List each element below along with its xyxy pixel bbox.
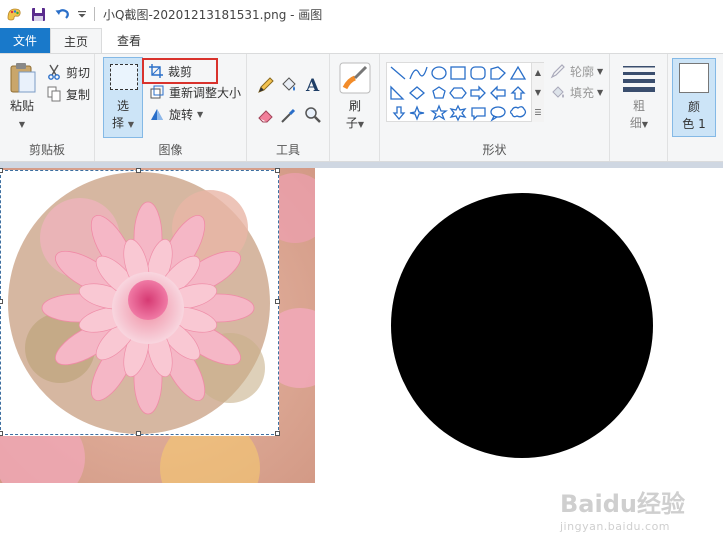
brushes-label-line2: 子 [345, 116, 358, 130]
copy-button[interactable]: 复制 [46, 84, 90, 104]
crop-button[interactable]: 裁剪 [142, 58, 218, 84]
title-separator [94, 7, 95, 21]
brush-icon [339, 62, 371, 94]
eraser-icon[interactable] [257, 106, 275, 124]
size-dropdown-icon: ▼ [641, 120, 649, 129]
undo-icon[interactable] [52, 4, 72, 24]
cut-label: 剪切 [66, 65, 91, 80]
shapes-group-label: 形状 [482, 143, 507, 157]
size-label-line2: 细 [629, 116, 642, 130]
scissors-icon [46, 64, 62, 80]
rotate-label: 旋转 [169, 107, 194, 122]
selection-handle-bottom-right[interactable] [275, 431, 280, 436]
crop-icon [148, 63, 164, 79]
selection-handle-left[interactable] [0, 299, 3, 304]
shapes-scroll-down-icon[interactable]: ▼ [531, 82, 544, 102]
copy-icon [46, 86, 62, 102]
selection-handle-right[interactable] [275, 299, 280, 304]
cut-button[interactable]: 剪切 [46, 62, 90, 82]
outline-brush-icon [550, 63, 566, 79]
baidu-watermark: Baidu经验 jingyan.baidu.com [560, 484, 720, 544]
paint-app-icon[interactable] [4, 4, 24, 24]
size-group: 粗 细▼ [610, 54, 668, 161]
fill-dropdown-icon: ▼ [597, 87, 604, 97]
pencil-icon[interactable] [257, 76, 275, 94]
shapes-gallery: ▲ ▼ ☰ [386, 62, 544, 122]
selection-handle-bottom[interactable] [136, 431, 141, 436]
resize-label: 重新调整大小 [169, 85, 242, 100]
color1-label-line2: 色 1 [682, 117, 706, 131]
color-picker-icon[interactable] [280, 106, 298, 124]
fill-bucket-icon[interactable] [280, 76, 298, 94]
selection-rectangle[interactable] [0, 168, 280, 436]
rotate-icon [149, 106, 165, 122]
select-label-line2: 择 [112, 116, 125, 130]
watermark-logo-text: Baidu经验 [560, 490, 685, 518]
fill-icon [550, 84, 566, 100]
customize-quick-access-icon[interactable] [76, 4, 88, 24]
select-dropdown-icon: ▼ [127, 120, 134, 129]
ribbon: 粘贴 ▼ 剪切 复制 剪贴板 选 择 ▼ 裁剪 重新调整大小 旋转 ▼ 图像 A… [0, 53, 723, 162]
paste-icon [10, 63, 36, 93]
magnifier-icon[interactable] [304, 106, 322, 124]
brushes-group: 刷 子▼ [330, 54, 380, 161]
outline-label: 轮廓 [570, 64, 595, 79]
resize-icon [149, 84, 165, 100]
rotate-button[interactable]: 旋转 ▼ [149, 104, 203, 124]
brushes-button[interactable]: 刷 子▼ [335, 60, 375, 136]
save-icon[interactable] [28, 4, 48, 24]
tab-view[interactable]: 查看 [104, 28, 154, 53]
paste-button[interactable]: 粘贴 ▼ [4, 60, 40, 136]
selection-handle-bottom-left[interactable] [0, 431, 3, 436]
color1-swatch [679, 63, 709, 93]
image-group: 选 择 ▼ 裁剪 重新调整大小 旋转 ▼ 图像 [95, 54, 247, 161]
tab-home[interactable]: 主页 [50, 28, 102, 53]
select-label-line1: 选 [116, 99, 129, 113]
resize-button[interactable]: 重新调整大小 [149, 82, 241, 102]
text-icon[interactable]: A [304, 75, 322, 93]
select-button[interactable]: 选 择 ▼ [103, 57, 143, 138]
shapes-expand-icon[interactable]: ☰ [531, 102, 544, 122]
brushes-label-line1: 刷 [348, 99, 361, 113]
line-width-icon [623, 66, 655, 92]
paste-label: 粘贴 [9, 99, 34, 113]
color1-label-line1: 颜 [687, 100, 700, 114]
copy-label: 复制 [66, 87, 91, 102]
shapes-scroll-up-icon[interactable]: ▲ [531, 63, 544, 82]
tools-group-label: 工具 [275, 143, 300, 157]
ribbon-tabs: 文件 主页 查看 [0, 28, 723, 53]
window-title: 小Q截图-20201213181531.png - 画图 [103, 7, 323, 22]
fill-label: 填充 [570, 85, 595, 100]
selection-handle-top[interactable] [136, 168, 141, 173]
color1-button[interactable]: 颜 色 1 [672, 58, 716, 137]
image-group-label: 图像 [158, 143, 183, 157]
outline-dropdown-icon: ▼ [597, 66, 604, 76]
clipboard-group-label: 剪贴板 [28, 143, 65, 157]
tab-file[interactable]: 文件 [0, 28, 50, 53]
paste-dropdown-icon: ▼ [18, 120, 26, 129]
clipboard-group: 粘贴 ▼ 剪切 复制 剪贴板 [0, 54, 95, 161]
svg-text:A: A [305, 76, 320, 93]
tools-group: A 工具 [247, 54, 330, 161]
black-circle-shape [391, 193, 653, 458]
selection-handle-top-right[interactable] [275, 168, 280, 173]
crop-label: 裁剪 [168, 64, 193, 79]
fill-button[interactable]: 填充 ▼ [550, 82, 603, 102]
size-button[interactable]: 粗 细▼ [620, 60, 658, 136]
title-bar: 小Q截图-20201213181531.png - 画图 [0, 0, 723, 28]
select-rectangle-icon [110, 64, 138, 90]
color1-group: 颜 色 1 [668, 54, 723, 161]
selection-handle-top-left[interactable] [0, 168, 3, 173]
brushes-dropdown-icon: ▼ [357, 120, 365, 129]
rotate-dropdown-icon: ▼ [197, 109, 204, 119]
size-label-line1: 粗 [632, 99, 645, 113]
watermark-url: jingyan.baidu.com [560, 520, 671, 533]
outline-button[interactable]: 轮廓 ▼ [550, 61, 603, 81]
shapes-group: ▲ ▼ ☰ 轮廓 ▼ 填充 ▼ 形状 [380, 54, 610, 161]
